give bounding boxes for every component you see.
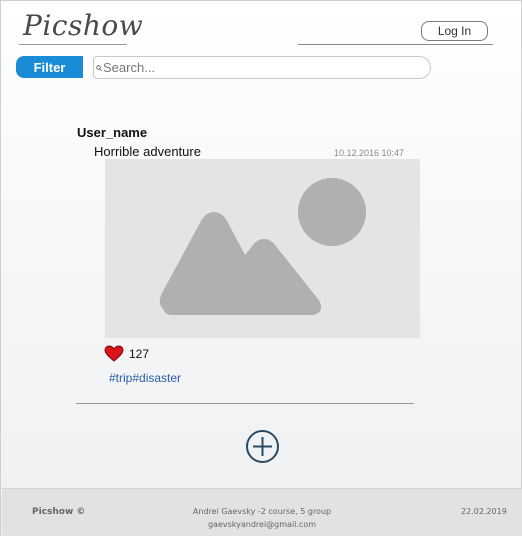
search-box[interactable] — [93, 56, 431, 79]
add-post-button[interactable] — [245, 429, 280, 469]
post-username[interactable]: User_name — [77, 125, 147, 140]
login-button[interactable]: Log In — [421, 21, 488, 41]
image-placeholder-icon — [159, 178, 366, 315]
post-image[interactable] — [105, 159, 420, 338]
search-icon — [96, 64, 102, 71]
logo-underline — [19, 44, 127, 45]
footer-author-name: Andrei Gaevsky -2 course, 5 group — [192, 507, 332, 516]
header-divider — [298, 44, 493, 45]
footer-author-email[interactable]: gaevskyandrei@gmail.com — [2, 518, 522, 531]
footer: Picshow © Andrei Gaevsky -2 course, 5 gr… — [2, 488, 522, 536]
app-frame: Picshow Log In Filter User_name Horrible… — [0, 0, 522, 536]
post-title: Horrible adventure — [94, 144, 201, 159]
post-divider — [76, 403, 414, 404]
search-input[interactable] — [103, 60, 403, 75]
like-count: 127 — [129, 347, 150, 361]
footer-date: 22.02.2019 — [461, 507, 507, 516]
plus-circle-icon — [246, 430, 279, 463]
heart-icon[interactable] — [104, 345, 124, 367]
app-logo[interactable]: Picshow — [23, 9, 143, 42]
post-date: 10.12.2016 10:47 — [334, 148, 405, 158]
post-tags[interactable]: #trip#disaster — [109, 371, 181, 385]
filter-button[interactable]: Filter — [16, 56, 83, 78]
footer-author: Andrei Gaevsky -2 course, 5 group gaevsk… — [2, 505, 522, 531]
